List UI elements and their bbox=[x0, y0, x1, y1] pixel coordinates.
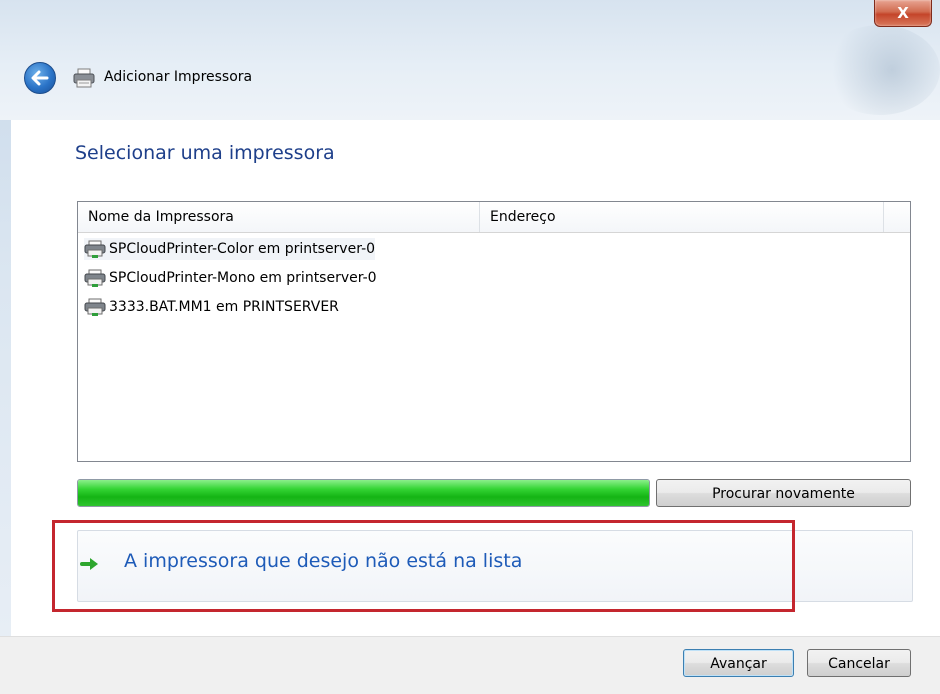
window-title: Adicionar Impressora bbox=[104, 69, 253, 85]
next-button[interactable]: Avançar bbox=[683, 649, 794, 677]
close-button[interactable]: X bbox=[874, 0, 932, 27]
close-icon: X bbox=[897, 4, 909, 22]
list-item[interactable]: SPCloudPrinter-Mono em printserver-0 bbox=[84, 267, 377, 289]
search-again-button[interactable]: Procurar novamente bbox=[656, 479, 911, 507]
column-header-name[interactable]: Nome da Impressora bbox=[78, 202, 480, 232]
glass-decoration bbox=[820, 25, 940, 115]
list-item[interactable]: SPCloudPrinter-Color em printserver-0 bbox=[84, 238, 376, 260]
search-progress-bar bbox=[77, 479, 650, 507]
network-printer-icon bbox=[84, 298, 106, 316]
highlight-annotation bbox=[52, 520, 795, 612]
footer-bar bbox=[0, 636, 940, 694]
window-frame: X Adicionar Impressora Selecionar uma im… bbox=[0, 0, 940, 694]
network-printer-icon bbox=[84, 269, 106, 287]
list-header: Nome da Impressora Endereço bbox=[78, 202, 910, 233]
list-item[interactable]: 3333.BAT.MM1 em PRINTSERVER bbox=[84, 296, 339, 318]
printer-name: SPCloudPrinter-Mono em printserver-0 bbox=[109, 270, 377, 286]
printer-name: 3333.BAT.MM1 em PRINTSERVER bbox=[109, 299, 339, 315]
back-button[interactable] bbox=[24, 62, 56, 94]
back-arrow-icon bbox=[31, 70, 49, 86]
progress-fill bbox=[78, 480, 649, 506]
cancel-button[interactable]: Cancelar bbox=[807, 649, 911, 677]
printer-name: SPCloudPrinter-Color em printserver-0 bbox=[109, 241, 376, 257]
network-printer-icon bbox=[84, 240, 106, 258]
printer-icon bbox=[73, 68, 95, 88]
title-bar bbox=[0, 0, 940, 120]
printer-list[interactable]: Nome da Impressora Endereço SPCloudPrint… bbox=[77, 201, 911, 462]
column-header-address[interactable]: Endereço bbox=[480, 202, 884, 232]
page-title: Selecionar uma impressora bbox=[75, 142, 335, 164]
